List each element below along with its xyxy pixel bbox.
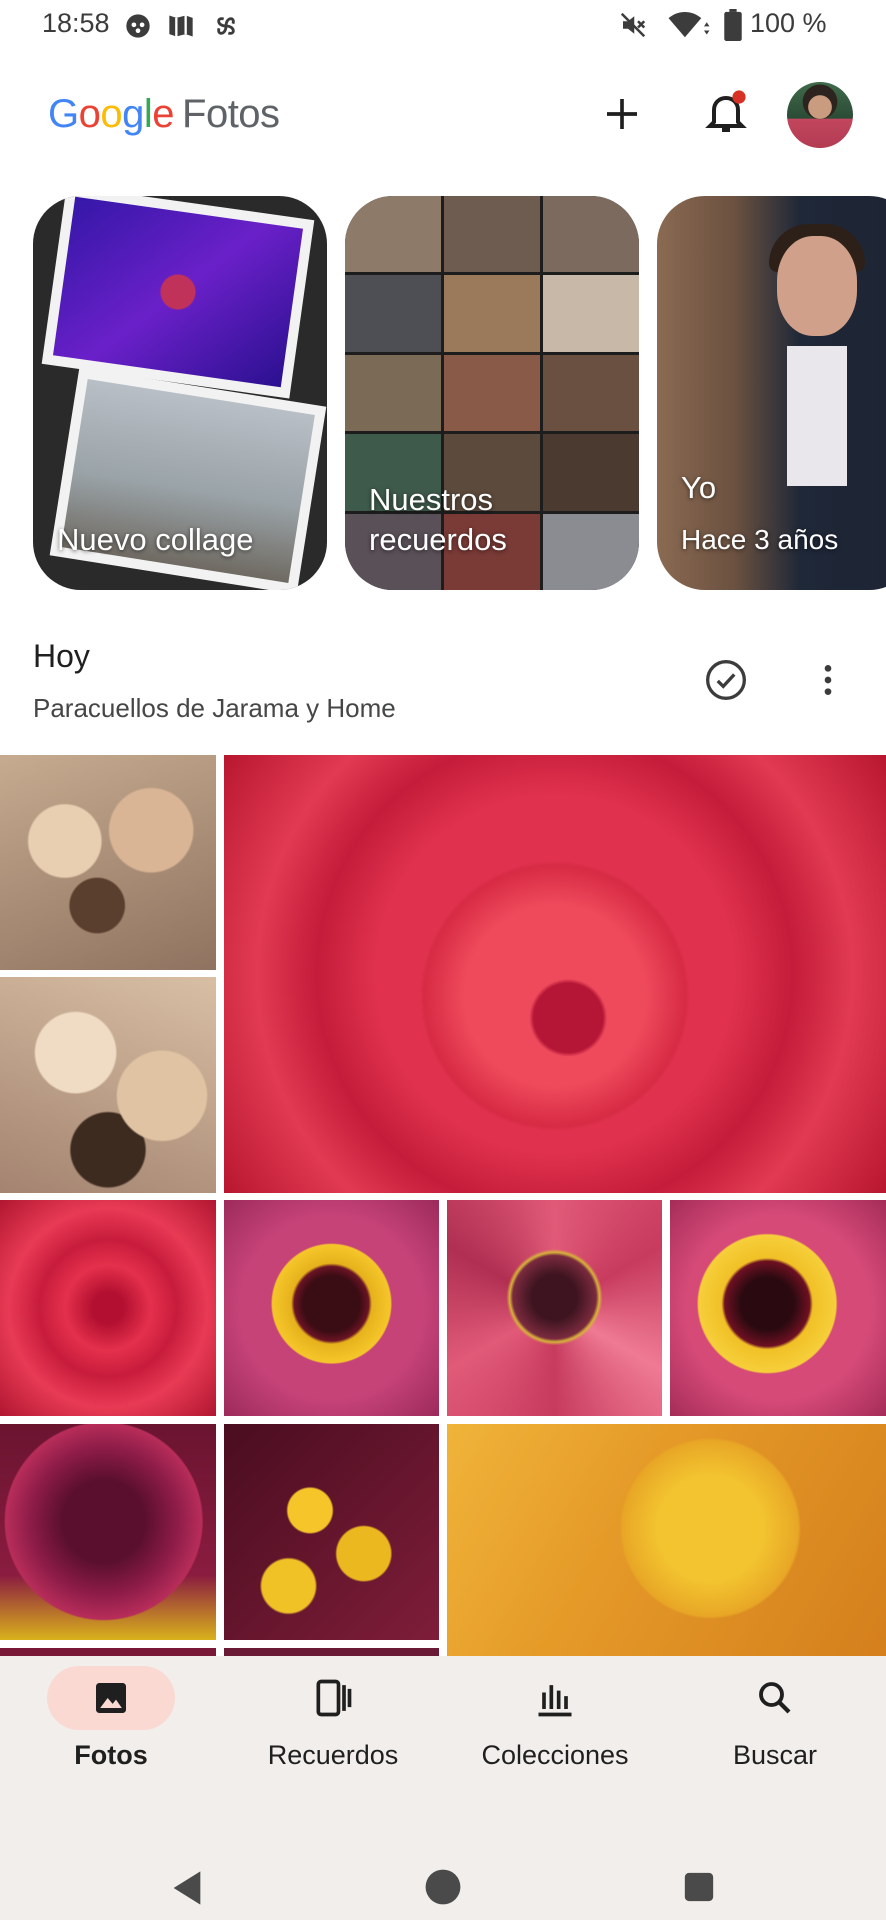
logo-letter: G	[48, 92, 79, 136]
pinwheel-icon	[217, 17, 235, 35]
ghost-icon	[126, 14, 150, 38]
maps-icon	[169, 15, 193, 37]
nav-label: Recuerdos	[267, 1740, 399, 1770]
recents-icon[interactable]	[682, 1870, 716, 1904]
photo-icon	[96, 1683, 126, 1713]
battery-percent: 100 %	[750, 8, 827, 38]
select-check-icon[interactable]	[704, 658, 748, 702]
memory-card-label-line: recuerdos	[369, 522, 507, 557]
memory-card-yo[interactable]: Yo Hace 3 años	[657, 196, 886, 590]
system-navigation-bar	[0, 1820, 886, 1920]
photo-thumbnail[interactable]	[0, 1200, 216, 1416]
nav-item-colecciones[interactable]: Colecciones	[444, 1666, 666, 1771]
memory-card-label: Nuevo collage	[57, 522, 254, 557]
nav-item-fotos[interactable]: Fotos	[0, 1666, 222, 1771]
photo-thumbnail[interactable]	[224, 755, 886, 1193]
memory-card-title: Yo	[681, 470, 717, 505]
nav-item-recuerdos[interactable]: Recuerdos	[222, 1666, 444, 1771]
app-name: Fotos	[182, 92, 280, 136]
logo-letter: e	[152, 92, 175, 136]
photo-thumbnail[interactable]	[224, 1200, 439, 1416]
more-options-icon[interactable]	[808, 660, 848, 700]
nav-item-buscar[interactable]: Buscar	[664, 1666, 886, 1771]
photo-thumbnail[interactable]	[224, 1648, 439, 1656]
mute-icon	[620, 12, 646, 38]
nav-label: Fotos	[74, 1740, 148, 1770]
nav-label: Buscar	[732, 1740, 818, 1770]
photo-thumbnail[interactable]	[447, 1424, 886, 1656]
status-time: 18:58	[42, 8, 110, 38]
section-title: Hoy	[33, 638, 90, 674]
nav-label: Colecciones	[481, 1740, 629, 1770]
search-icon	[759, 1682, 791, 1714]
status-bar: 18:58 100 %	[0, 0, 886, 48]
section-location: Paracuellos de Jarama y Home	[33, 693, 396, 723]
home-icon[interactable]	[424, 1868, 462, 1906]
photo-thumbnail[interactable]	[670, 1200, 886, 1416]
logo-letter: o	[78, 92, 101, 136]
google-fotos-logo: Google Fotos	[48, 92, 280, 137]
memory-card-label: Nuestros recuerdos	[369, 480, 507, 560]
wifi-icon	[668, 12, 710, 38]
photo-thumbnail[interactable]	[0, 1648, 216, 1656]
notifications-icon	[705, 90, 747, 132]
logo-letter: g	[122, 92, 144, 136]
photo-thumbnail[interactable]	[0, 977, 216, 1193]
battery-icon	[724, 9, 742, 41]
photo-thumbnail[interactable]	[447, 1200, 662, 1416]
memory-card-collage[interactable]: Nuevo collage	[33, 196, 327, 590]
notifications-button[interactable]	[702, 88, 750, 138]
add-icon[interactable]	[602, 94, 642, 134]
memory-card-label-line: Nuestros	[369, 482, 494, 517]
account-avatar[interactable]	[787, 82, 853, 148]
logo-letter: l	[143, 92, 153, 136]
back-icon[interactable]	[170, 1868, 204, 1908]
collections-icon	[538, 1685, 572, 1717]
memories-icon	[316, 1679, 352, 1717]
photo-thumbnail[interactable]	[0, 1424, 216, 1640]
memory-card-recuerdos[interactable]: Nuestros recuerdos	[345, 196, 639, 590]
photo-thumbnail[interactable]	[0, 755, 216, 970]
photo-thumbnail[interactable]	[224, 1424, 439, 1640]
logo-letter: o	[100, 92, 123, 136]
memory-card-subtitle: Hace 3 años	[681, 524, 839, 555]
